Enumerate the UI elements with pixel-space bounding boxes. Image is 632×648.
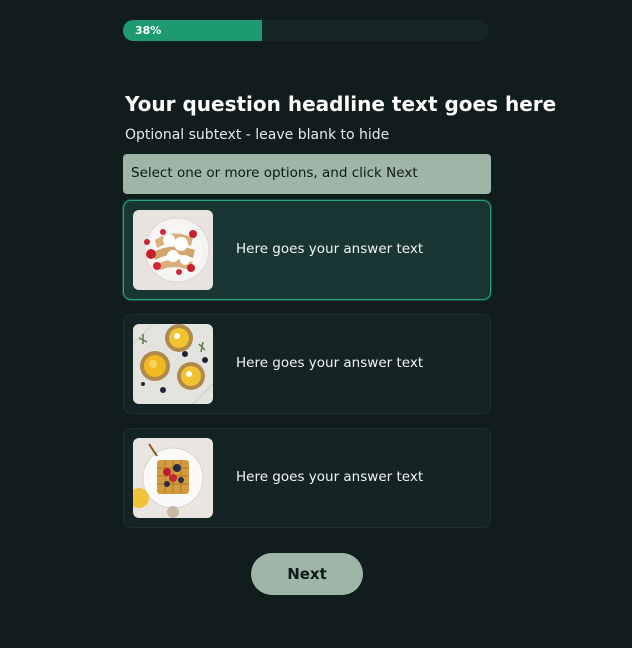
answer-text: Here goes your answer text (236, 355, 424, 371)
answer-text: Here goes your answer text (236, 469, 424, 485)
options-list: Here goes your answer text Here goes you… (123, 200, 491, 530)
question-subtext: Optional subtext - leave blank to hide (125, 127, 390, 143)
answer-option-3[interactable]: Here goes your answer text (123, 428, 491, 528)
waffle-image (133, 438, 213, 518)
crepes-image (133, 210, 213, 290)
lemon-tarts-image (133, 324, 213, 404)
answer-text: Here goes your answer text (236, 241, 424, 257)
answer-option-2[interactable]: Here goes your answer text (123, 314, 491, 414)
next-button[interactable]: Next (251, 553, 363, 595)
progress-label: 38% (135, 24, 162, 37)
question-headline: Your question headline text goes here (125, 92, 557, 116)
quiz-container: 38% Your question headline text goes her… (123, 20, 557, 194)
answer-option-1[interactable]: Here goes your answer text (123, 200, 491, 300)
progress-bar: 38% (123, 20, 489, 41)
instruction-banner: Select one or more options, and click Ne… (123, 154, 491, 194)
